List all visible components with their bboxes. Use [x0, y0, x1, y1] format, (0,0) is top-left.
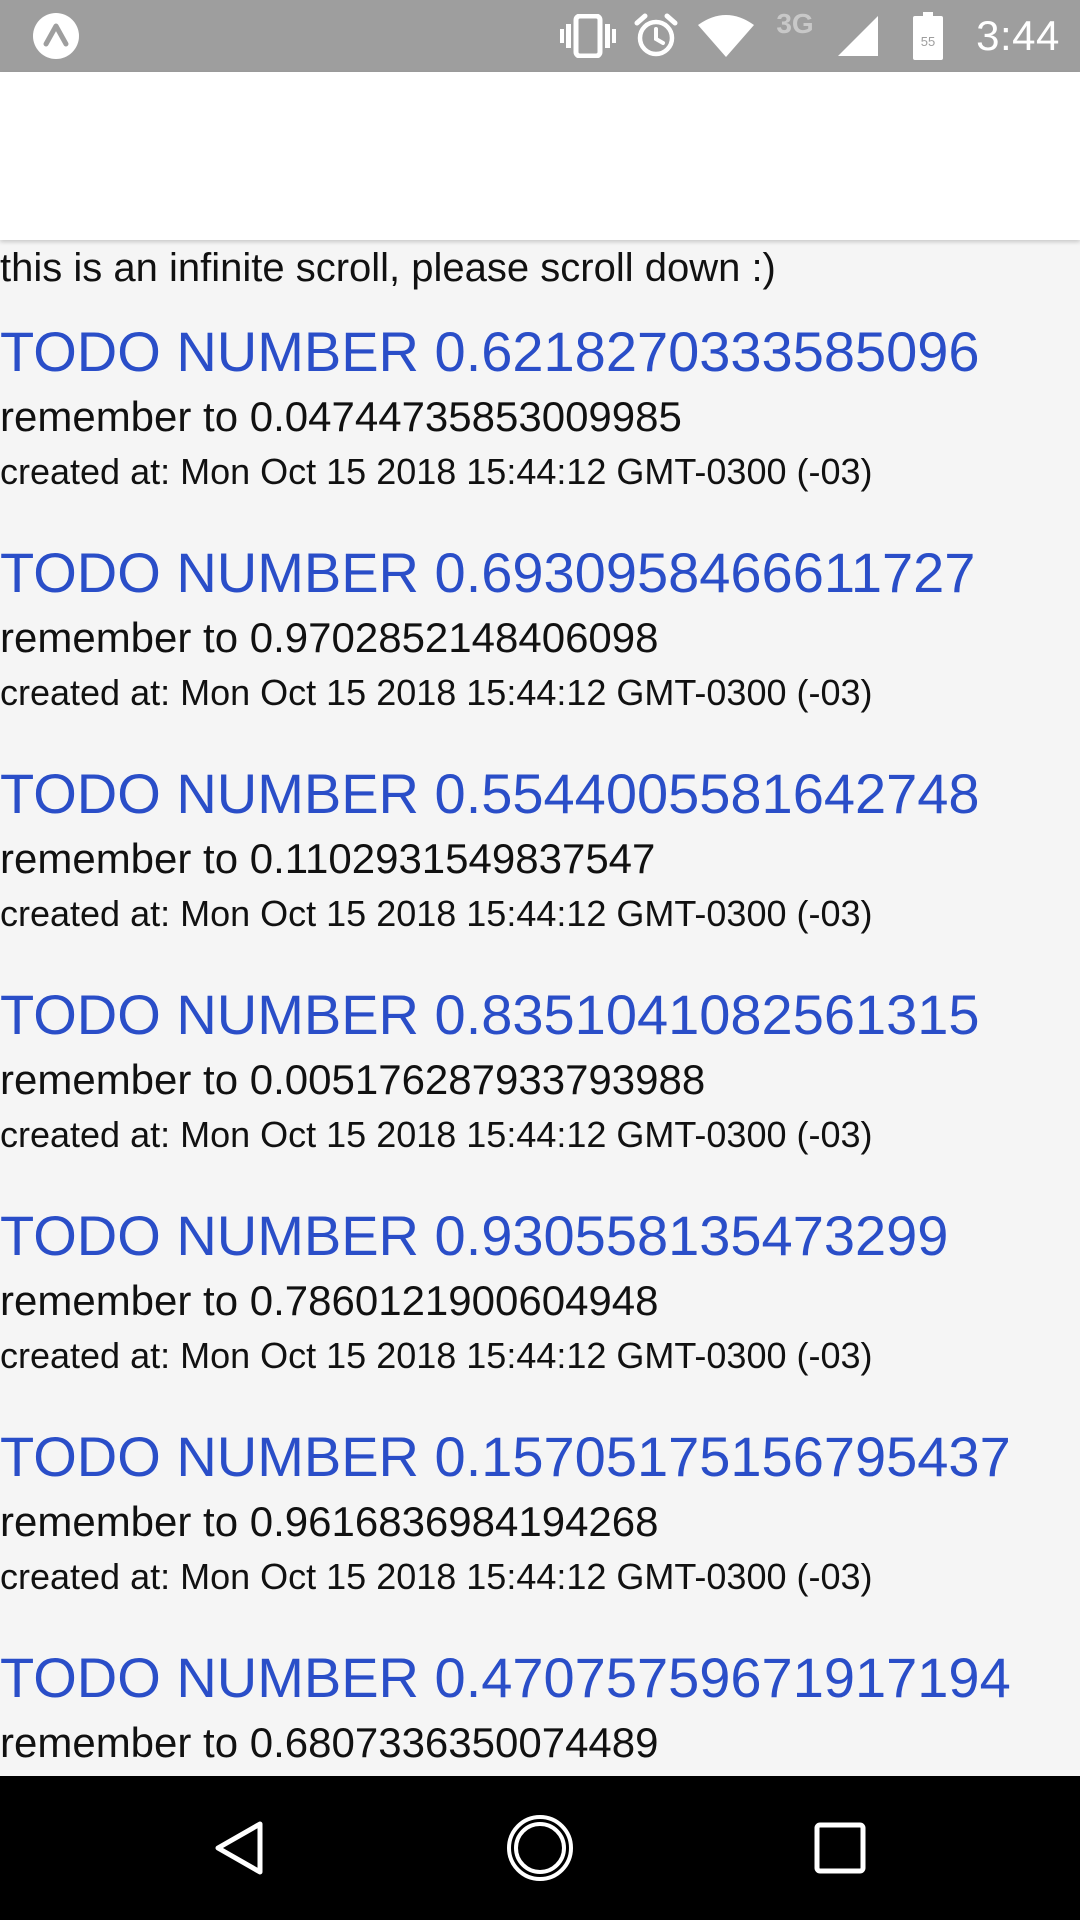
- svg-text:55: 55: [921, 34, 935, 49]
- todo-created-at: created at: Mon Oct 15 2018 15:44:12 GMT…: [0, 672, 873, 713]
- todo-title: TODO NUMBER 0.6218270333585096: [0, 320, 980, 383]
- todo-title: TODO NUMBER 0.5544005581642748: [0, 762, 980, 825]
- network-type-label: 3G: [776, 8, 814, 39]
- alarm-icon: [628, 0, 684, 72]
- todo-scroll-list[interactable]: this is an infinite scroll, please scrol…: [0, 240, 1080, 1776]
- todo-remember: remember to 0.9616836984194268: [0, 1498, 659, 1545]
- todo-remember: remember to 0.04744735853009985: [0, 393, 682, 440]
- vibrate-icon: [558, 0, 618, 72]
- signal-icon: [834, 0, 882, 72]
- todo-remember: remember to 0.7860121900604948: [0, 1277, 659, 1324]
- app-logo-icon: [28, 0, 84, 72]
- app-header: [0, 72, 1080, 240]
- home-circle-icon: [507, 1815, 573, 1881]
- battery-icon: 55: [908, 0, 948, 72]
- recents-square-icon: [814, 1822, 866, 1874]
- recents-button[interactable]: [780, 1776, 900, 1920]
- screen: 3G 55 3:44 this is an infinite scroll, p…: [0, 0, 1080, 1920]
- todo-title: TODO NUMBER 0.1570517515679543​7: [0, 1425, 1011, 1488]
- todo-title: TODO NUMBER 0.930558135473299: [0, 1204, 949, 1267]
- todo-title: TODO NUMBER 0.6930958466611727: [0, 541, 976, 604]
- todo-remember: remember to 0.1102931549837547: [0, 835, 656, 882]
- todo-created-at: created at: Mon Oct 15 2018 15:44:12 GMT…: [0, 1335, 873, 1376]
- status-time: 3:44: [976, 12, 1060, 59]
- navigation-bar: [0, 1776, 1080, 1920]
- home-button[interactable]: [480, 1776, 600, 1920]
- todo-remember: remember to 0.005176287933793988: [0, 1056, 706, 1103]
- todo-created-at: created at: Mon Oct 15 2018 15:44:12 GMT…: [0, 451, 873, 492]
- todo-remember: remember to 0.6807336350074489: [0, 1719, 659, 1766]
- todo-remember: remember to 0.9702852148406098: [0, 614, 659, 661]
- todo-title: TODO NUMBER 0.4707575967191719​4: [0, 1646, 1011, 1709]
- todo-created-at: created at: Mon Oct 15 2018 15:44:12 GMT…: [0, 1556, 873, 1597]
- todo-title: TODO NUMBER 0.835104108256131​5: [0, 983, 980, 1046]
- todo-created-at: created at: Mon Oct 15 2018 15:44:12 GMT…: [0, 1114, 873, 1155]
- back-button[interactable]: [180, 1776, 300, 1920]
- todo-created-at: created at: Mon Oct 15 2018 15:44:12 GMT…: [0, 893, 873, 934]
- intro-text: this is an infinite scroll, please scrol…: [0, 246, 776, 290]
- status-bar: 3G 55 3:44: [0, 0, 1080, 72]
- wifi-icon: [694, 0, 758, 72]
- back-triangle-icon: [215, 1821, 263, 1875]
